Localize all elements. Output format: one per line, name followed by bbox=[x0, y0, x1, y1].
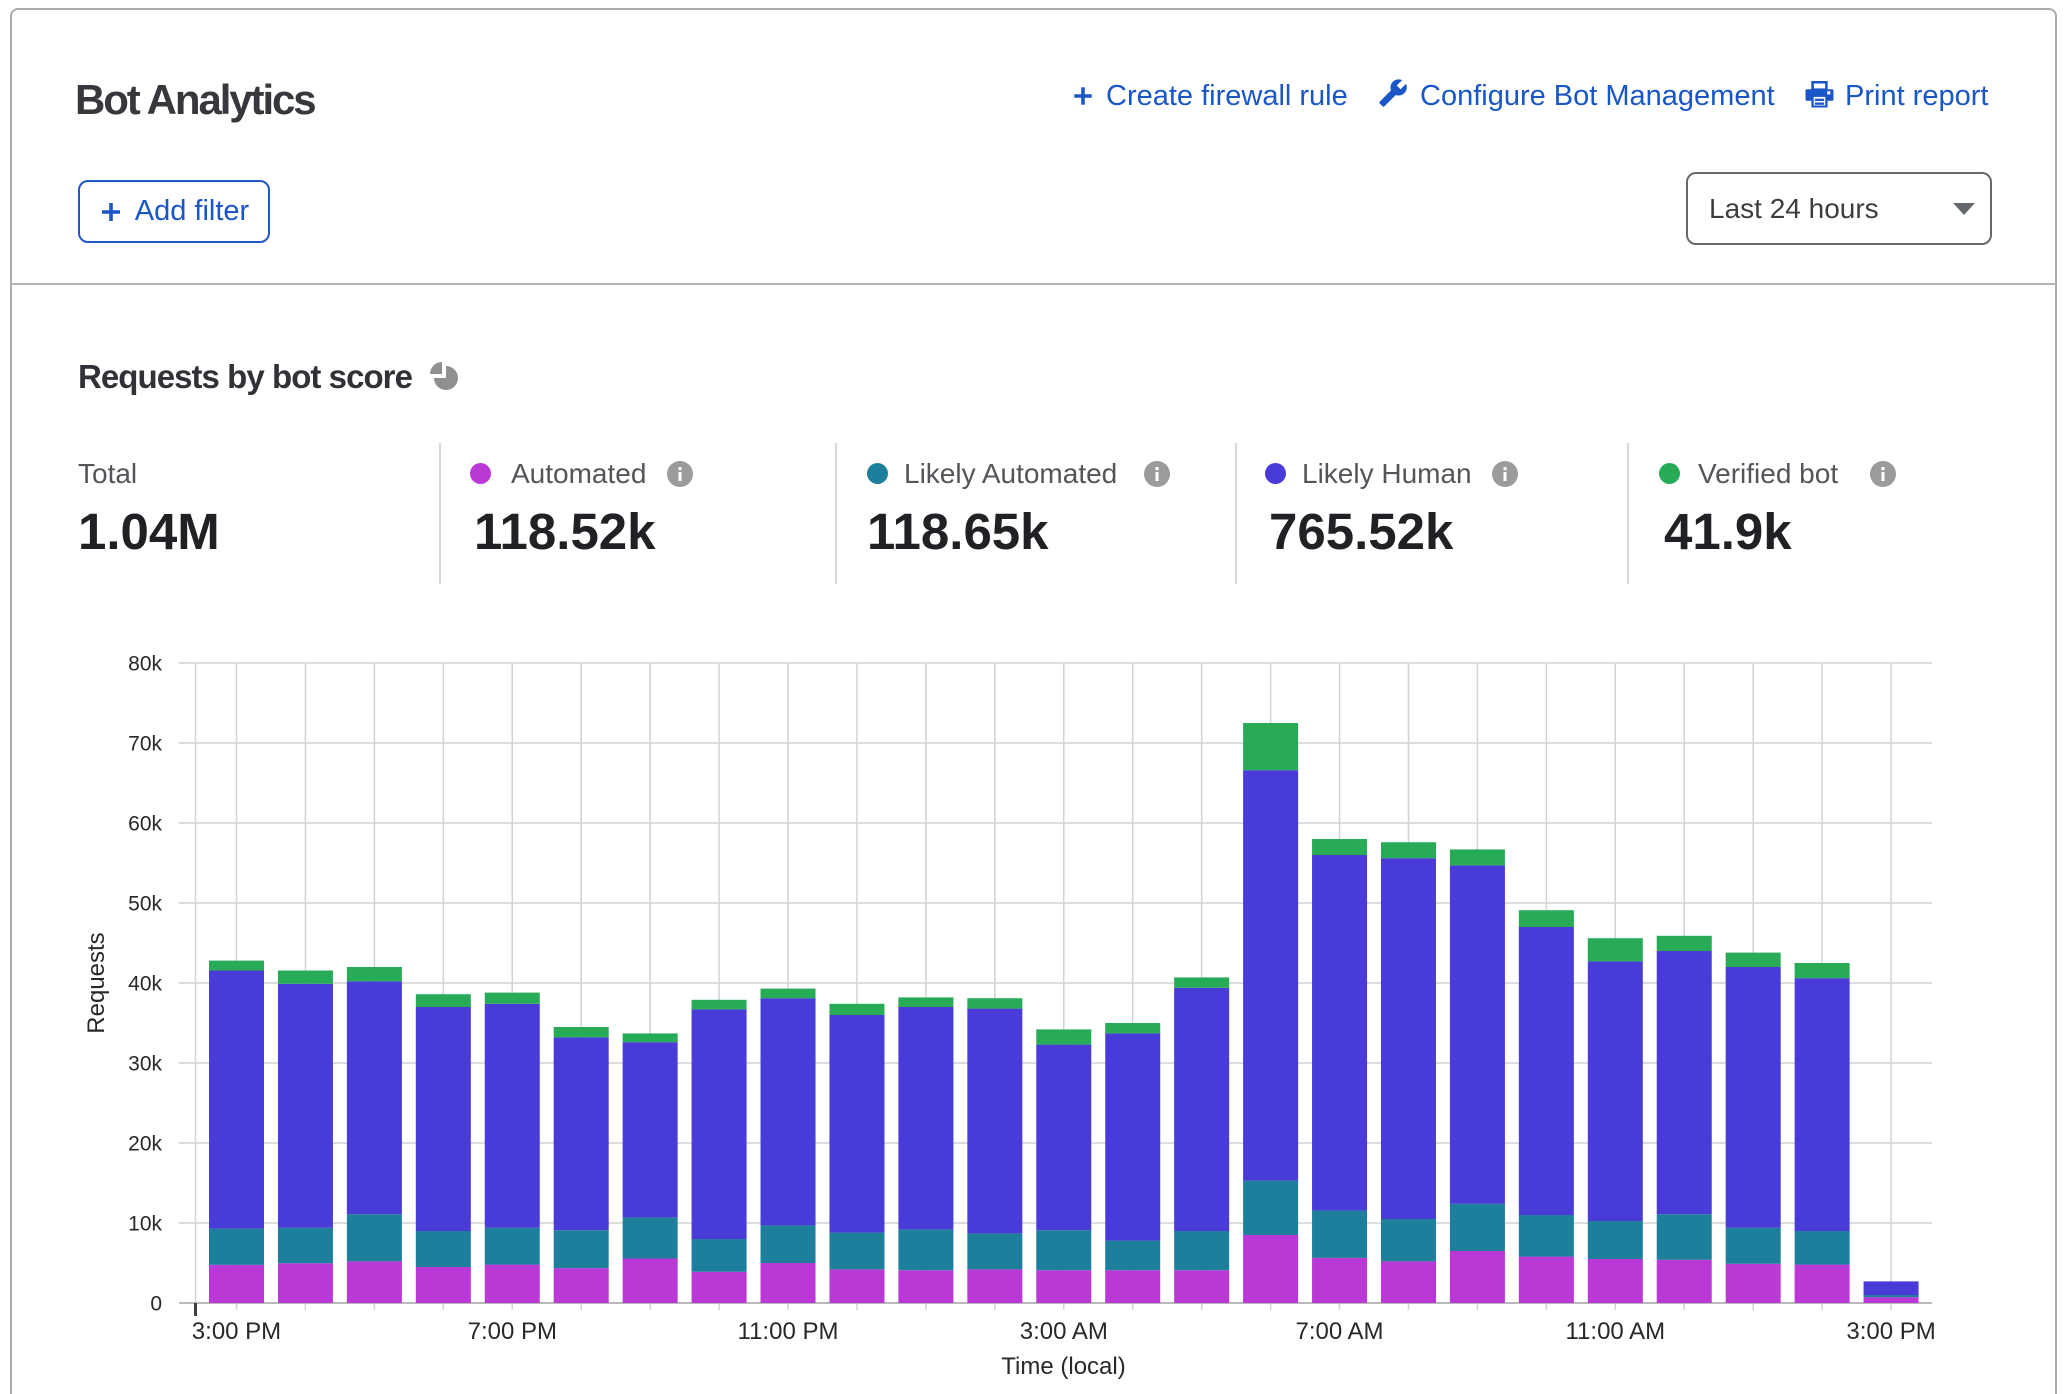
svg-text:50k: 50k bbox=[128, 893, 162, 916]
svg-text:Requests: Requests bbox=[83, 932, 110, 1033]
svg-text:7:00 AM: 7:00 AM bbox=[1295, 1318, 1383, 1345]
svg-text:Time (local): Time (local) bbox=[1001, 1353, 1125, 1380]
svg-text:0: 0 bbox=[150, 1293, 162, 1316]
svg-text:3:00 AM: 3:00 AM bbox=[1020, 1318, 1108, 1345]
svg-text:11:00 AM: 11:00 AM bbox=[1565, 1318, 1665, 1345]
svg-text:3:00 PM: 3:00 PM bbox=[1846, 1318, 1935, 1345]
svg-text:11:00 PM: 11:00 PM bbox=[738, 1318, 839, 1345]
svg-text:7:00 PM: 7:00 PM bbox=[468, 1318, 557, 1345]
svg-text:60k: 60k bbox=[128, 813, 162, 836]
svg-text:30k: 30k bbox=[128, 1053, 162, 1076]
svg-text:20k: 20k bbox=[128, 1133, 162, 1156]
svg-text:40k: 40k bbox=[128, 973, 162, 996]
svg-text:80k: 80k bbox=[128, 653, 162, 676]
svg-text:3:00 PM: 3:00 PM bbox=[192, 1318, 281, 1345]
svg-text:10k: 10k bbox=[128, 1213, 162, 1236]
svg-text:70k: 70k bbox=[128, 733, 162, 756]
